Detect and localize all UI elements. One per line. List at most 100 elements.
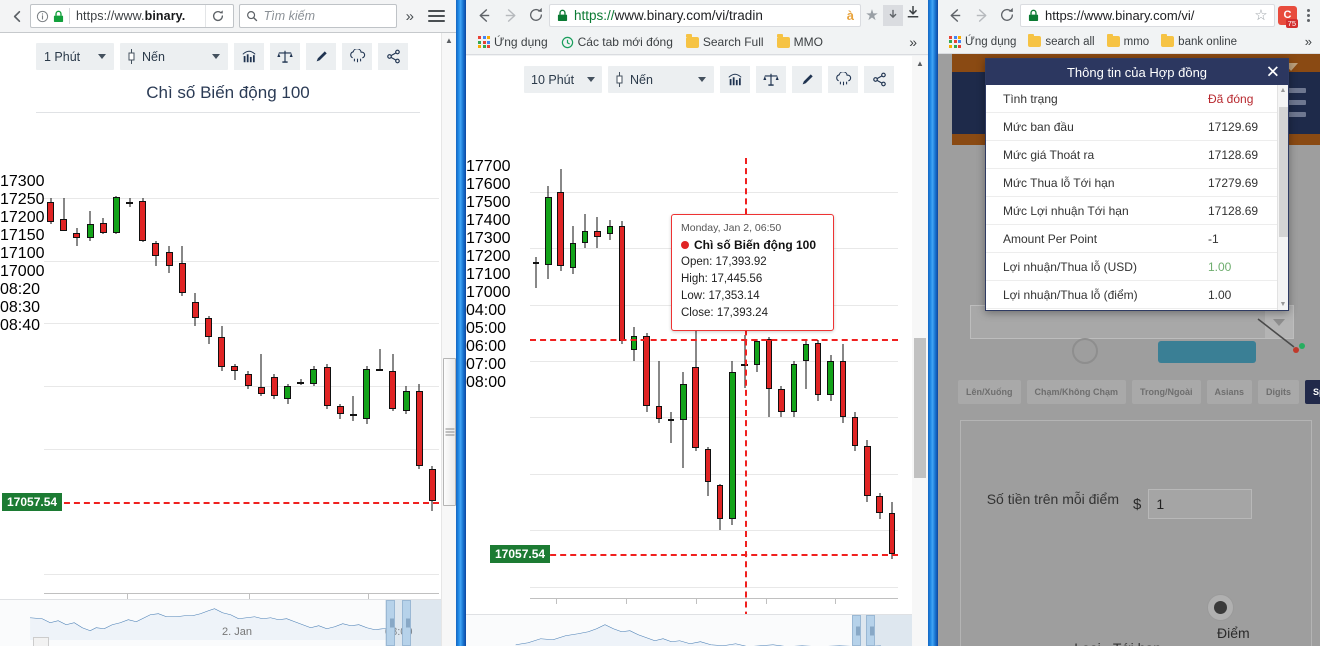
draw-icon[interactable] [306, 43, 336, 70]
back-icon[interactable] [942, 2, 968, 28]
candlestick[interactable] [126, 173, 133, 593]
bookmark-bank-online[interactable]: bank online [1156, 33, 1242, 50]
candlestick[interactable] [606, 158, 613, 598]
bookmark-star-icon[interactable]: ★ [861, 6, 883, 24]
timeframe-select[interactable]: 1 Phút [36, 43, 114, 70]
candlestick[interactable] [205, 173, 212, 593]
navigator-handle-left[interactable] [852, 615, 861, 646]
candlestick[interactable] [631, 158, 638, 598]
candlestick[interactable] [655, 158, 662, 598]
draw-icon[interactable] [792, 66, 822, 93]
navigator-handle-right[interactable] [866, 615, 875, 646]
left-price-chart[interactable] [44, 173, 439, 618]
candlestick[interactable] [231, 173, 239, 593]
reload-icon[interactable] [523, 2, 549, 28]
compare-icon[interactable] [756, 66, 786, 93]
download-arrow-icon[interactable] [883, 4, 903, 26]
candlestick[interactable] [336, 173, 344, 593]
indicators-icon[interactable] [720, 66, 750, 93]
downloads-icon[interactable] [903, 5, 923, 25]
candlestick[interactable] [99, 173, 107, 593]
left-chart-navigator[interactable]: 2. Jan 08:00 [0, 599, 441, 646]
trade-tab-1[interactable]: Chạm/Không Chạm [1026, 380, 1127, 404]
chrome-omnibox[interactable]: https://www.binary.com/vi/tradin à [549, 3, 861, 27]
candlestick[interactable] [532, 158, 540, 598]
navigator-handle-left[interactable] [386, 600, 395, 646]
candlestick[interactable] [323, 173, 331, 593]
candlestick[interactable] [139, 173, 147, 593]
candlestick[interactable] [191, 173, 199, 593]
candlestick[interactable] [376, 173, 384, 593]
candlestick[interactable] [349, 173, 357, 593]
firefox-page-scrollbar[interactable]: ▲ [441, 33, 456, 646]
middle-chart-navigator[interactable] [466, 614, 912, 646]
scroll-down-icon[interactable]: ▼ [1278, 301, 1288, 308]
candlestick[interactable] [178, 173, 186, 593]
bookmark-recent-tabs[interactable]: Các tab mới đóng [556, 33, 678, 51]
candlestick[interactable] [851, 158, 859, 598]
candlestick[interactable] [297, 173, 305, 593]
candlestick[interactable] [428, 173, 436, 593]
candlestick[interactable] [402, 173, 410, 593]
candlestick[interactable] [284, 173, 291, 593]
candlestick[interactable] [112, 173, 120, 593]
bookmarks-overflow-icon[interactable]: » [1305, 34, 1314, 49]
candlestick[interactable] [257, 173, 265, 593]
close-icon[interactable]: ✕ [1266, 64, 1280, 81]
firefox-search-bar[interactable]: Tìm kiếm [238, 4, 397, 28]
candlestick[interactable] [47, 173, 54, 593]
trade-tab-3[interactable]: Asians [1206, 380, 1253, 404]
site-identity[interactable] [33, 10, 69, 23]
charttype-select[interactable]: Nến [120, 43, 228, 70]
extension-icon[interactable]: C 75 [1278, 5, 1298, 28]
forward-icon[interactable] [497, 2, 523, 28]
candlestick[interactable] [73, 173, 81, 593]
candlestick[interactable] [839, 158, 846, 598]
hamburger-menu-icon[interactable] [421, 7, 452, 26]
scrollbar-thumb[interactable] [443, 358, 456, 506]
candlestick[interactable] [389, 173, 397, 593]
trade-tab-5[interactable]: Spreads [1305, 380, 1320, 404]
reload-icon[interactable] [994, 2, 1020, 28]
scrollbar-thumb[interactable] [914, 338, 926, 478]
forward-icon[interactable] [968, 2, 994, 28]
candlestick[interactable] [582, 158, 589, 598]
candlestick[interactable] [557, 158, 564, 598]
bookmark-search-full[interactable]: Search Full [681, 33, 769, 51]
radio-points[interactable] [1206, 594, 1234, 621]
candlestick[interactable] [165, 173, 173, 593]
scroll-up-icon[interactable]: ▲ [1278, 87, 1288, 94]
amount-input[interactable]: 1 [1148, 489, 1253, 519]
indicators-icon[interactable] [234, 43, 264, 70]
candlestick[interactable] [60, 173, 68, 593]
firefox-url-bar[interactable]: https://www.binary. [30, 4, 234, 28]
bookmark-mmo[interactable]: mmo [1102, 33, 1155, 50]
dialog-scrollbar[interactable]: ▲ ▼ [1277, 85, 1288, 310]
candlestick[interactable] [218, 173, 226, 593]
timeframe-select[interactable]: 10 Phút [524, 66, 602, 93]
chrome-menu-icon[interactable] [1300, 8, 1316, 22]
candlestick[interactable] [363, 173, 370, 593]
candlestick[interactable] [618, 158, 626, 598]
charttype-select[interactable]: Nến [608, 66, 714, 93]
navigator-handle-right[interactable] [402, 600, 411, 646]
candlestick[interactable] [569, 158, 577, 598]
translate-icon[interactable]: à [845, 8, 856, 23]
scroll-up-icon[interactable]: ▲ [912, 56, 928, 68]
candlestick[interactable] [86, 173, 94, 593]
candlestick[interactable] [244, 173, 252, 593]
upload-icon[interactable] [828, 66, 858, 93]
back-icon[interactable] [4, 3, 30, 29]
bookmark-star-icon[interactable]: ☆ [1252, 6, 1270, 24]
scroll-up-icon[interactable]: ▲ [442, 33, 456, 45]
candlestick[interactable] [888, 158, 896, 598]
dialog-scrollbar-thumb[interactable] [1279, 107, 1288, 237]
navigator-scroll-left[interactable] [33, 637, 49, 646]
reload-icon[interactable] [204, 5, 231, 27]
candlestick[interactable] [545, 158, 552, 598]
bookmarks-overflow-icon[interactable]: » [909, 34, 921, 50]
bookmark-apps[interactable]: Ứng dụng [944, 34, 1021, 50]
candlestick[interactable] [864, 158, 871, 598]
chrome-right-omnibox[interactable]: https://www.binary.com/vi/ ☆ [1020, 3, 1275, 27]
trade-tab-4[interactable]: Digits [1258, 380, 1300, 404]
